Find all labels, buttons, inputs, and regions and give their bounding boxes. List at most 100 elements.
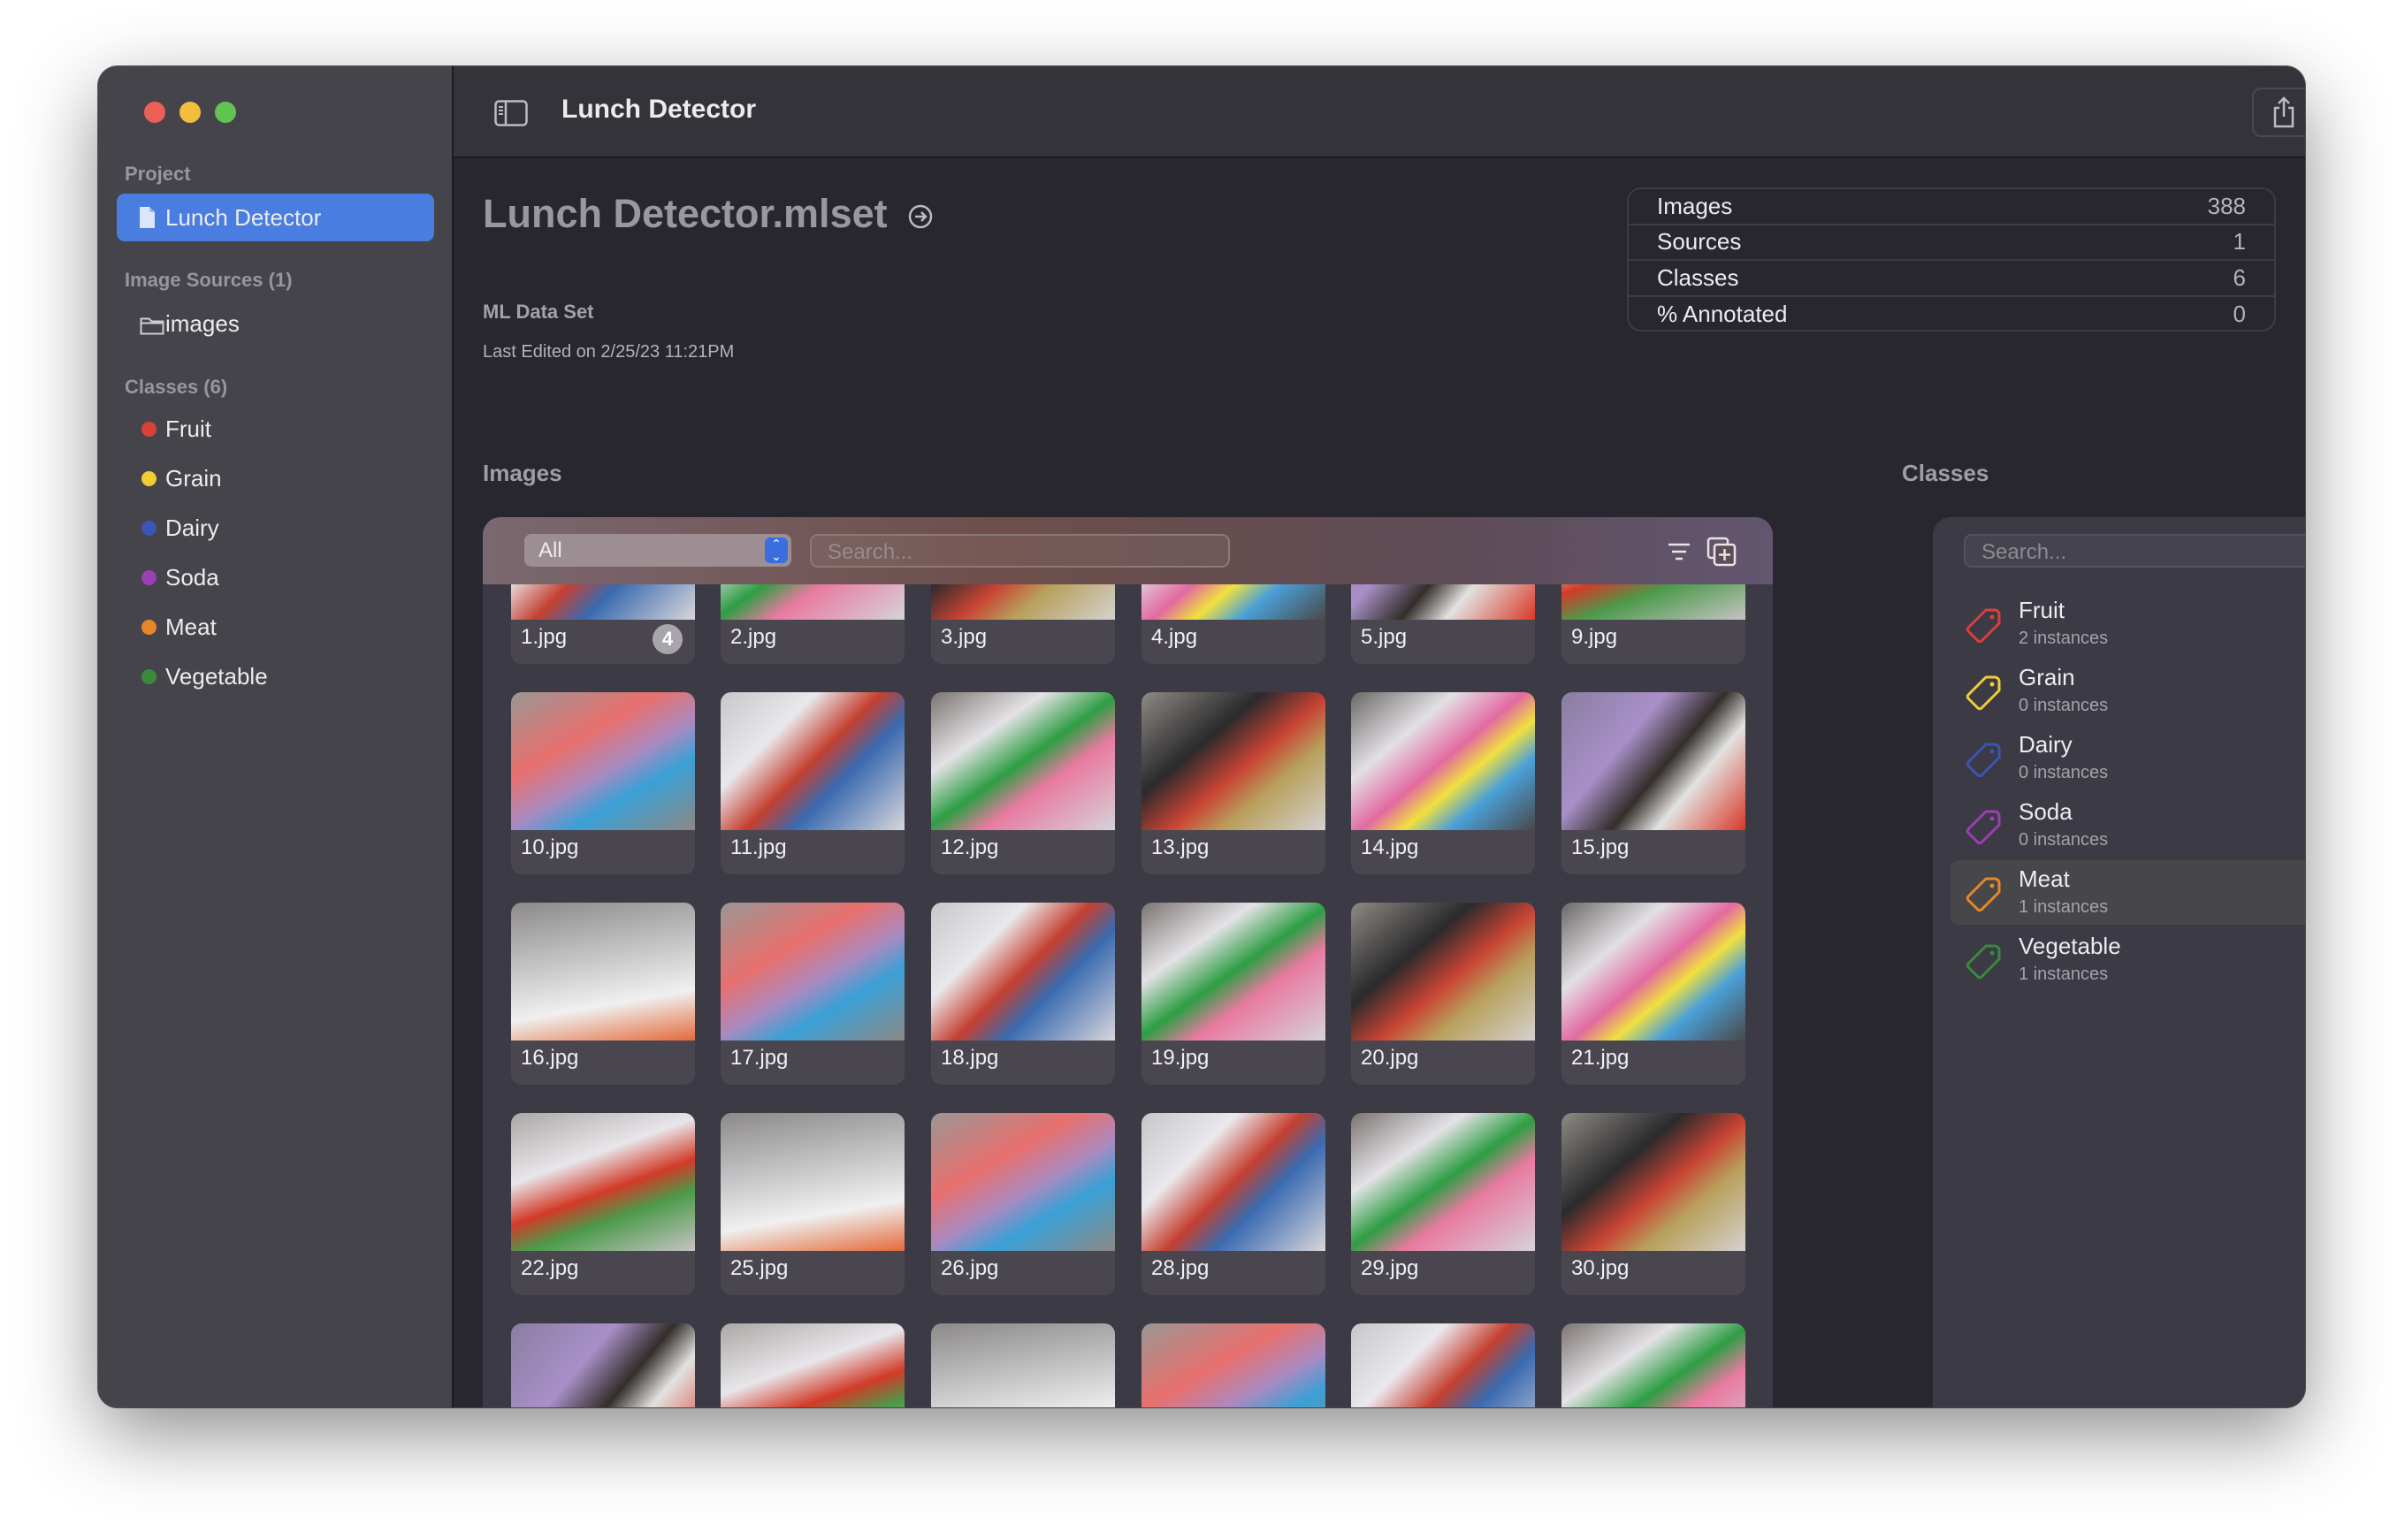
sidebar-item-class-fruit[interactable]: Fruit bbox=[117, 411, 211, 446]
image-thumbnail[interactable] bbox=[1561, 1323, 1745, 1407]
image-thumbnail[interactable]: 29.jpg bbox=[1351, 1113, 1535, 1295]
image-thumbnail[interactable]: 21.jpg bbox=[1561, 903, 1745, 1085]
image-thumbnail[interactable]: 1.jpg 4 bbox=[511, 584, 695, 664]
image-thumbnail[interactable]: 19.jpg bbox=[1141, 903, 1325, 1085]
thumbnail-image bbox=[1561, 1113, 1745, 1251]
thumbnail-filename: 16.jpg bbox=[521, 1046, 579, 1070]
tag-icon bbox=[1963, 942, 2004, 987]
thumbnail-filename: 30.jpg bbox=[1571, 1256, 1630, 1280]
tag-icon bbox=[1963, 674, 2004, 719]
stats-table: Images 388 Sources 1 Classes 6 % Annotated 0 bbox=[1627, 187, 2276, 332]
image-thumbnail[interactable]: 11.jpg bbox=[721, 692, 905, 874]
navigate-arrow-icon[interactable] bbox=[907, 194, 934, 240]
image-thumbnail[interactable]: 14.jpg bbox=[1351, 692, 1535, 874]
class-item-dairy[interactable]: Dairy 0 instances bbox=[1951, 726, 2305, 790]
thumbnail-filename: 22.jpg bbox=[521, 1256, 579, 1280]
classes-search-input[interactable]: Search... bbox=[1964, 534, 2305, 568]
image-thumbnail[interactable] bbox=[721, 1323, 905, 1407]
class-name: Meat bbox=[2019, 865, 2070, 892]
sidebar-toggle-icon[interactable] bbox=[494, 100, 528, 131]
thumbnail-image bbox=[931, 692, 1115, 830]
images-panel: All ⌃ ⌄ Search... 1.jpg 4 2.jpg 3.jpg 4.jpg 5.… bbox=[483, 517, 1773, 1407]
minimize-button[interactable] bbox=[179, 102, 201, 123]
app-window: Project Lunch Detector Image Sources (1)… bbox=[98, 66, 2305, 1407]
class-item-vegetable[interactable]: Vegetable 1 instances bbox=[1951, 927, 2305, 992]
thumbnail-filename: 19.jpg bbox=[1151, 1046, 1210, 1070]
image-thumbnail[interactable]: 12.jpg bbox=[931, 692, 1115, 874]
close-button[interactable] bbox=[144, 102, 165, 123]
class-instance-count: 0 instances bbox=[2019, 830, 2109, 850]
zoom-button[interactable] bbox=[215, 102, 236, 123]
sidebar-item-label: Meat bbox=[165, 613, 217, 640]
class-instance-count: 0 instances bbox=[2019, 696, 2109, 715]
filter-lines-icon[interactable] bbox=[1668, 542, 1691, 566]
folder-icon bbox=[140, 314, 164, 341]
sidebar-item-class-dairy[interactable]: Dairy bbox=[117, 510, 219, 545]
image-thumbnail[interactable]: 26.jpg bbox=[931, 1113, 1115, 1295]
filter-dropdown[interactable]: All ⌃ ⌄ bbox=[524, 534, 791, 567]
class-color-dot-icon bbox=[141, 422, 157, 437]
share-button[interactable] bbox=[2252, 88, 2305, 137]
class-item-fruit[interactable]: Fruit 2 instances bbox=[1951, 591, 2305, 656]
image-thumbnail[interactable]: 28.jpg bbox=[1141, 1113, 1325, 1295]
image-grid[interactable]: 1.jpg 4 2.jpg 3.jpg 4.jpg 5.jpg 9.jpg 10.jpg 11.… bbox=[483, 584, 1773, 1407]
image-thumbnail[interactable]: 17.jpg bbox=[721, 903, 905, 1085]
image-thumbnail[interactable]: 20.jpg bbox=[1351, 903, 1535, 1085]
thumbnail-image bbox=[511, 1323, 695, 1407]
thumbnail-filename: 14.jpg bbox=[1361, 835, 1419, 859]
thumbnail-filename: 28.jpg bbox=[1151, 1256, 1210, 1280]
sidebar-item-class-grain[interactable]: Grain bbox=[117, 461, 222, 496]
image-thumbnail[interactable]: 5.jpg bbox=[1351, 584, 1535, 664]
thumbnail-image bbox=[1141, 903, 1325, 1041]
image-thumbnail[interactable]: 25.jpg bbox=[721, 1113, 905, 1295]
sidebar-item-project[interactable]: Lunch Detector bbox=[117, 194, 434, 241]
class-item-soda[interactable]: Soda 0 instances bbox=[1951, 793, 2305, 858]
image-thumbnail[interactable]: 30.jpg bbox=[1561, 1113, 1745, 1295]
image-thumbnail[interactable]: 15.jpg bbox=[1561, 692, 1745, 874]
image-thumbnail[interactable] bbox=[1351, 1323, 1535, 1407]
thumbnail-image bbox=[1351, 1323, 1535, 1407]
images-search-input[interactable]: Search... bbox=[810, 534, 1230, 568]
sidebar-item-class-meat[interactable]: Meat bbox=[117, 609, 217, 644]
image-thumbnail[interactable]: 16.jpg bbox=[511, 903, 695, 1085]
image-thumbnail[interactable]: 13.jpg bbox=[1141, 692, 1325, 874]
stat-value: 0 bbox=[2233, 301, 2246, 328]
page-subtitle: ML Data Set bbox=[483, 301, 594, 323]
image-thumbnail[interactable]: 4.jpg bbox=[1141, 584, 1325, 664]
image-thumbnail[interactable]: 3.jpg bbox=[931, 584, 1115, 664]
thumbnail-filename: 3.jpg bbox=[941, 625, 988, 649]
thumbnail-image bbox=[721, 584, 905, 620]
class-item-grain[interactable]: Grain 0 instances bbox=[1951, 659, 2305, 723]
thumbnail-filename: 26.jpg bbox=[941, 1256, 999, 1280]
image-thumbnail[interactable]: 2.jpg bbox=[721, 584, 905, 664]
image-thumbnail[interactable] bbox=[1141, 1323, 1325, 1407]
stats-row: Images 388 bbox=[1629, 189, 2274, 225]
thumbnail-image bbox=[1351, 584, 1535, 620]
class-color-dot-icon bbox=[141, 570, 157, 585]
classes-heading: Classes bbox=[1902, 460, 1989, 486]
image-thumbnail[interactable] bbox=[931, 1323, 1115, 1407]
classes-panel: Search... Fruit 2 instances Grain 0 inst… bbox=[1933, 517, 2305, 1407]
image-thumbnail[interactable]: 9.jpg bbox=[1561, 584, 1745, 664]
sidebar-item-label: images bbox=[165, 309, 240, 337]
tag-icon bbox=[1963, 741, 2004, 786]
image-thumbnail[interactable]: 22.jpg bbox=[511, 1113, 695, 1295]
class-instance-count: 0 instances bbox=[2019, 763, 2109, 782]
window-title: Lunch Detector bbox=[561, 95, 757, 124]
stat-value: 6 bbox=[2233, 263, 2246, 291]
thumbnail-image bbox=[721, 1323, 905, 1407]
class-color-dot-icon bbox=[141, 471, 157, 486]
image-thumbnail[interactable]: 10.jpg bbox=[511, 692, 695, 874]
project-section-header: Project bbox=[125, 163, 191, 185]
sidebar-item-class-vegetable[interactable]: Vegetable bbox=[117, 659, 268, 694]
classes-section-header: Classes (6) bbox=[125, 376, 228, 398]
sidebar-item-images-source[interactable]: images bbox=[117, 300, 434, 347]
class-item-meat[interactable]: Meat 1 instances bbox=[1951, 860, 2305, 925]
add-images-icon[interactable] bbox=[1706, 537, 1737, 571]
image-thumbnail[interactable]: 18.jpg bbox=[931, 903, 1115, 1085]
sidebar-item-class-soda[interactable]: Soda bbox=[117, 560, 219, 595]
stats-row: % Annotated 0 bbox=[1629, 297, 2274, 333]
class-color-dot-icon bbox=[141, 620, 157, 635]
tag-icon bbox=[1963, 875, 2004, 920]
image-thumbnail[interactable] bbox=[511, 1323, 695, 1407]
